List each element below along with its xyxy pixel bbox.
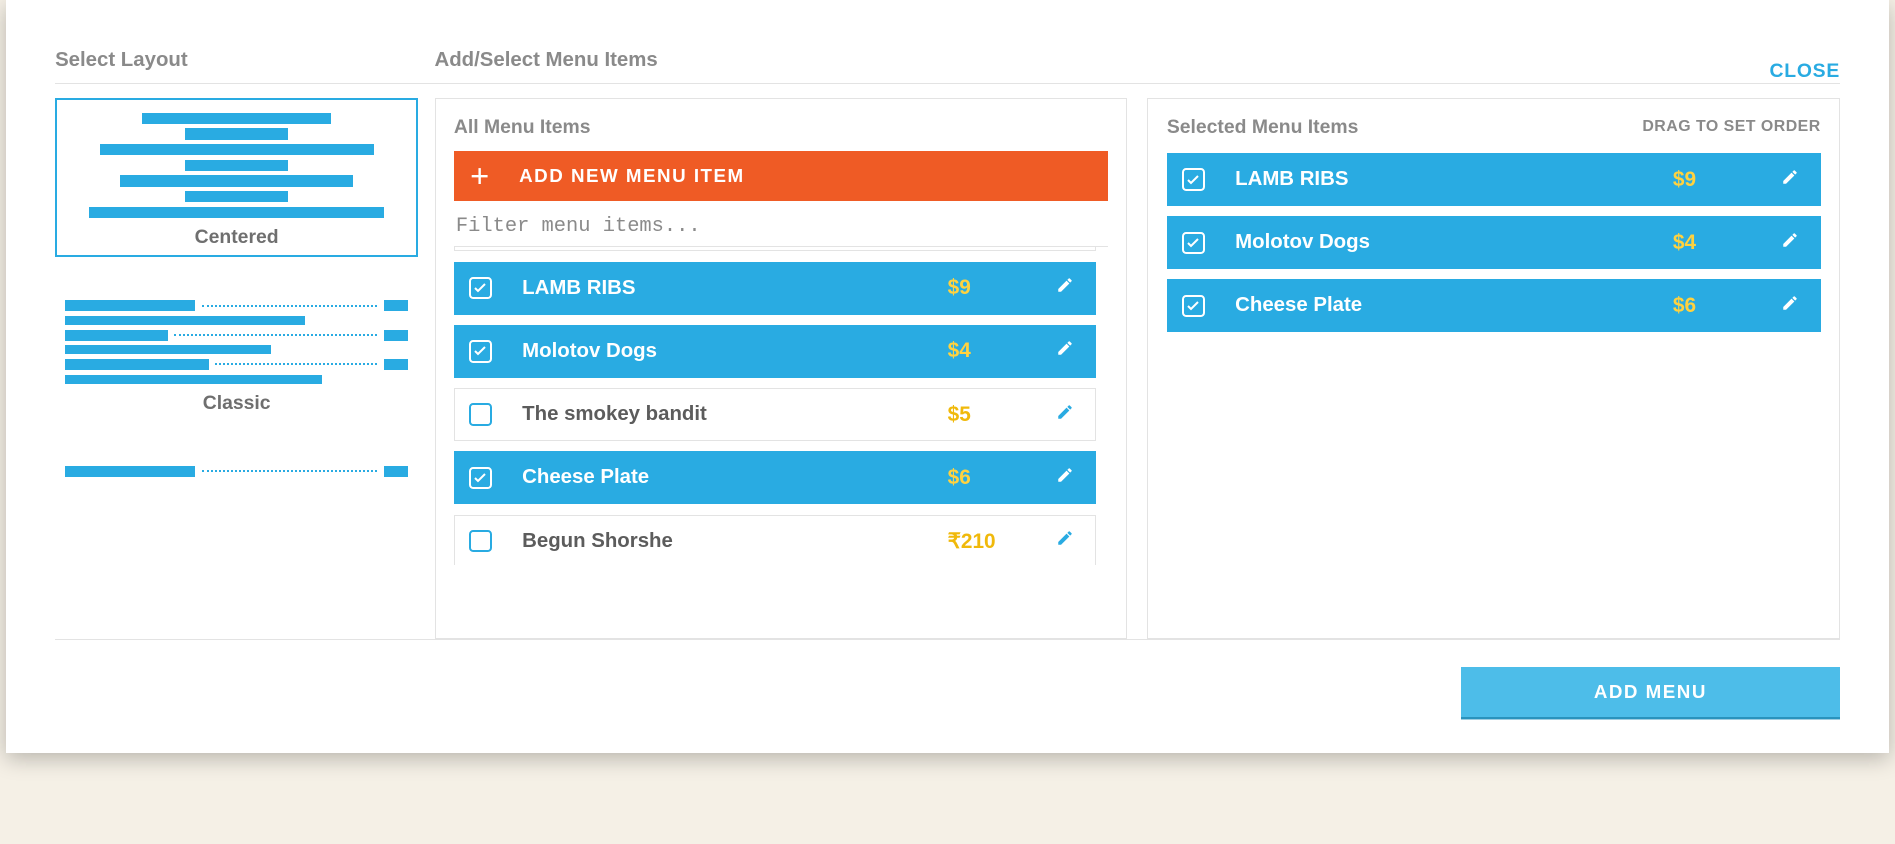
pencil-icon[interactable] — [1056, 466, 1080, 490]
menu-item-name: Begun Shorshe — [522, 530, 948, 553]
checkbox-icon[interactable] — [469, 340, 491, 362]
add-menu-button[interactable]: ADD MENU — [1461, 667, 1840, 717]
add-new-menu-item-button[interactable]: + ADD NEW MENU ITEM — [454, 151, 1108, 201]
all-items-list[interactable]: LAMB RIBS $9 Molotov Dogs $4 — [454, 246, 1108, 564]
checkbox-icon[interactable] — [469, 277, 491, 299]
footer: ADD MENU — [55, 639, 1840, 741]
menu-item-price: $5 — [948, 403, 1056, 427]
pencil-icon[interactable] — [1056, 529, 1080, 553]
filter-menu-items-input[interactable] — [454, 201, 1108, 246]
add-select-items-title: Add/Select Menu Items — [435, 49, 658, 83]
menu-item-name: Cheese Plate — [522, 466, 948, 489]
checkbox-icon[interactable] — [1182, 168, 1204, 190]
menu-editor-modal: Select Layout Add/Select Menu Items CLOS… — [6, 0, 1889, 753]
drag-to-set-order-hint: DRAG TO SET ORDER — [1642, 118, 1820, 136]
menu-item-price: $6 — [1673, 294, 1781, 318]
all-items-panel: All Menu Items + ADD NEW MENU ITEM LAMB … — [435, 98, 1128, 639]
menu-item-row[interactable]: LAMB RIBS $9 — [454, 262, 1096, 315]
menu-item-row[interactable]: Begun Shorshe ₹210 — [454, 515, 1096, 565]
selected-item-row[interactable]: Molotov Dogs $4 — [1167, 216, 1821, 269]
layout-option-centered[interactable]: Centered — [55, 98, 418, 257]
menu-item-price: $9 — [1673, 168, 1781, 192]
pencil-icon[interactable] — [1056, 276, 1080, 300]
menu-item-price: ₹210 — [948, 529, 1056, 554]
add-new-menu-item-label: ADD NEW MENU ITEM — [519, 165, 745, 187]
checkbox-icon[interactable] — [1182, 295, 1204, 317]
checkbox-icon[interactable] — [469, 467, 491, 489]
layout-preview-partial — [65, 466, 408, 477]
menu-item-name: The smokey bandit — [522, 403, 948, 426]
header-row: Select Layout Add/Select Menu Items CLOS… — [55, 49, 1840, 84]
menu-item-row[interactable]: Molotov Dogs $4 — [454, 325, 1096, 378]
menu-item-row[interactable]: The smokey bandit $5 — [454, 388, 1096, 441]
pencil-icon[interactable] — [1056, 339, 1080, 363]
selected-items-list[interactable]: LAMB RIBS $9 Molotov Dogs $4 — [1167, 151, 1821, 333]
menu-item-name: Cheese Plate — [1235, 294, 1673, 317]
layout-option-classic[interactable]: Classic — [55, 286, 418, 423]
plus-icon: + — [464, 160, 497, 193]
layout-preview-classic — [65, 300, 408, 384]
checkbox-icon[interactable] — [469, 530, 491, 552]
menu-item-name: Molotov Dogs — [1235, 231, 1673, 254]
pencil-icon[interactable] — [1781, 168, 1805, 192]
pencil-icon[interactable] — [1781, 231, 1805, 255]
menu-item-price: $9 — [948, 276, 1056, 300]
select-layout-title: Select Layout — [55, 49, 434, 83]
menu-item-price: $4 — [1673, 231, 1781, 255]
selected-item-row[interactable]: LAMB RIBS $9 — [1167, 153, 1821, 206]
layout-options-list[interactable]: Centered Classic — [55, 84, 434, 639]
checkbox-icon[interactable] — [469, 403, 491, 425]
checkbox-icon[interactable] — [1182, 232, 1204, 254]
menu-item-price: $4 — [948, 339, 1056, 363]
menu-item-name: LAMB RIBS — [522, 277, 948, 300]
selected-item-row[interactable]: Cheese Plate $6 — [1167, 279, 1821, 332]
selected-items-panel: Selected Menu Items DRAG TO SET ORDER LA… — [1147, 98, 1840, 639]
menu-item-price: $6 — [948, 466, 1056, 490]
selected-items-title: Selected Menu Items — [1167, 116, 1359, 139]
layout-option-more[interactable] — [55, 452, 418, 486]
pencil-icon[interactable] — [1056, 403, 1080, 427]
pencil-icon[interactable] — [1781, 294, 1805, 318]
layout-option-label: Centered — [65, 226, 408, 249]
layout-option-label: Classic — [65, 392, 408, 415]
menu-item-name: Molotov Dogs — [522, 340, 948, 363]
layout-preview-centered — [65, 113, 408, 218]
all-items-title: All Menu Items — [454, 116, 591, 139]
add-menu-label: ADD MENU — [1594, 681, 1707, 703]
menu-item-name: LAMB RIBS — [1235, 168, 1673, 191]
menu-item-row[interactable]: Cheese Plate $6 — [454, 451, 1096, 504]
close-button[interactable]: CLOSE — [1769, 60, 1840, 83]
